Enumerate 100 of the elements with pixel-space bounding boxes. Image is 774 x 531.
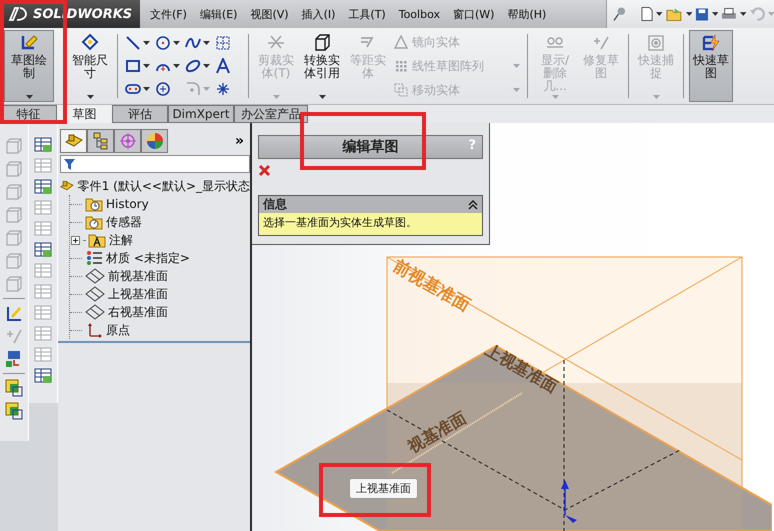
move-icon	[394, 83, 408, 97]
menu-item[interactable]: Toolbox	[398, 8, 440, 20]
caret-icon	[686, 12, 692, 16]
triad-icon	[561, 480, 577, 523]
circle-icon	[155, 35, 171, 51]
info-message: 选择一基准面为实体生成草图。	[259, 213, 482, 235]
caret-icon	[203, 64, 210, 68]
panel-tab[interactable]	[87, 129, 114, 153]
caret-icon	[513, 64, 520, 68]
expand-icon[interactable]	[71, 236, 80, 244]
tree-item[interactable]: History	[70, 195, 250, 213]
filter-field[interactable]	[60, 155, 250, 173]
table-icon[interactable]	[34, 137, 52, 153]
tree-icon	[92, 132, 110, 150]
table-icon[interactable]	[34, 368, 52, 384]
rectangle-icon	[125, 58, 141, 74]
caret-icon	[552, 95, 558, 99]
ribbon-button[interactable]: 转换实体引用	[300, 30, 344, 102]
logo-icon	[8, 6, 30, 22]
material-list-icon	[85, 250, 103, 266]
tree-item[interactable]: 前视基准面	[70, 267, 250, 285]
tab[interactable]: DimXpert	[168, 105, 234, 123]
tooltip: 上视基准面	[349, 478, 418, 499]
save-icon[interactable]	[695, 6, 709, 22]
section-header[interactable]: 信息	[259, 196, 482, 213]
caret-icon	[712, 12, 718, 16]
caret-icon	[143, 64, 150, 68]
tree-item[interactable]: 零件1 (默认<<默认>_显示状态	[60, 177, 250, 195]
caret-icon	[143, 87, 150, 91]
caret-icon	[143, 41, 150, 45]
cube-icon[interactable]	[5, 379, 23, 397]
slot-icon	[125, 81, 141, 97]
menu-item[interactable]: 文件(F)	[150, 6, 187, 22]
tree-item[interactable]: 原点	[70, 321, 250, 339]
menu-item[interactable]: 工具(T)	[348, 6, 386, 22]
clock-folder-icon	[85, 196, 103, 212]
caret-icon	[203, 87, 210, 91]
caret-icon	[203, 41, 210, 45]
ribbon-button[interactable]: 草图绘制	[4, 30, 54, 102]
tab[interactable]: 草图	[57, 105, 112, 123]
menu-item[interactable]: 窗口(W)	[452, 6, 494, 22]
caret-icon	[318, 95, 326, 99]
menu-item[interactable]: 编辑(E)	[200, 6, 238, 22]
caret-icon	[26, 95, 32, 99]
printer-icon[interactable]	[721, 6, 738, 22]
tree-item[interactable]: 右视基准面	[70, 303, 250, 321]
pushpin-icon[interactable]	[613, 6, 626, 22]
warning-icon	[394, 35, 408, 49]
crosshair-icon	[118, 132, 136, 150]
menu-item[interactable]: 帮助(H)	[507, 6, 546, 22]
lightning-sketch-icon	[701, 33, 721, 53]
color-wheel-icon	[146, 132, 164, 150]
folder-icon[interactable]	[666, 6, 683, 22]
pencil-icon[interactable]	[5, 304, 23, 322]
caret-icon	[173, 41, 180, 45]
caret-icon	[768, 12, 774, 16]
relation-icon[interactable]	[5, 350, 23, 368]
origin-axes-icon	[85, 322, 103, 338]
plane-icon	[85, 304, 105, 320]
ribbon-button[interactable]: 智能尺寸	[68, 30, 112, 102]
plane-icon	[85, 286, 105, 302]
more-chevron[interactable]: »	[234, 133, 244, 149]
plane-label: 视基准面	[404, 408, 470, 456]
tree-item[interactable]: 注解	[70, 231, 250, 249]
ribbon-button[interactable]: 快速草图	[689, 30, 733, 102]
tab[interactable]: 办公室产品	[234, 105, 308, 123]
line-icon	[125, 35, 141, 51]
part-icon	[64, 133, 82, 149]
panel-tab[interactable]	[141, 129, 168, 153]
gauge-folder-icon	[85, 214, 103, 230]
filter-icon	[64, 158, 75, 170]
caret-icon	[656, 12, 663, 16]
cube-icon[interactable]	[5, 402, 23, 420]
ellipse-icon	[185, 58, 201, 74]
tab[interactable]: 评估	[112, 105, 168, 123]
menu-item[interactable]: 视图(V)	[250, 6, 289, 22]
caret-icon	[173, 64, 180, 68]
plane-icon	[85, 268, 105, 284]
polygon-icon	[155, 81, 171, 97]
new-document-icon[interactable]	[641, 6, 654, 22]
tree-item[interactable]: 材质 <未指定>	[70, 249, 250, 267]
point-icon	[215, 81, 231, 97]
tree-item[interactable]: 上视基准面	[70, 285, 250, 303]
spline-icon	[185, 35, 201, 51]
letter-icon	[215, 58, 231, 74]
panel-tab[interactable]	[114, 129, 141, 153]
tree-item[interactable]: 传感器	[70, 213, 250, 231]
dimension-icon	[80, 33, 100, 53]
panel-title: 编辑草图	[342, 138, 398, 156]
table-icon[interactable]	[34, 242, 52, 258]
dot-grid-icon	[394, 59, 408, 73]
close-icon[interactable]	[258, 164, 271, 177]
table-icon[interactable]	[34, 179, 52, 195]
panel-tab[interactable]	[60, 129, 87, 153]
plane-label: 上视基准面	[482, 340, 561, 396]
target-icon	[646, 33, 666, 53]
caret-icon	[652, 95, 660, 99]
caret-icon	[513, 88, 520, 92]
menu-item[interactable]: 插入(I)	[302, 6, 336, 22]
caret-icon	[272, 95, 280, 99]
